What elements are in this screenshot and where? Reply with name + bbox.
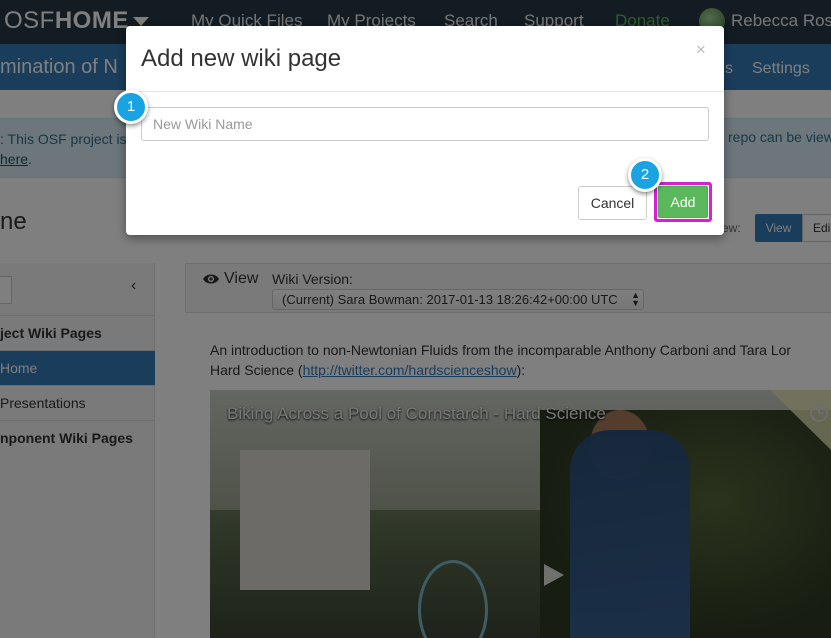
modal-divider — [126, 91, 724, 92]
callout-2: 2 — [628, 158, 662, 192]
modal-title: Add new wiki page — [141, 45, 342, 72]
wiki-name-input[interactable] — [141, 107, 709, 141]
add-button[interactable]: Add — [658, 186, 708, 218]
add-wiki-page-modal: Add new wiki page × Cancel Add — [126, 26, 724, 235]
cancel-button[interactable]: Cancel — [578, 186, 647, 220]
callout-1: 1 — [114, 90, 148, 124]
close-icon[interactable]: × — [696, 40, 706, 60]
